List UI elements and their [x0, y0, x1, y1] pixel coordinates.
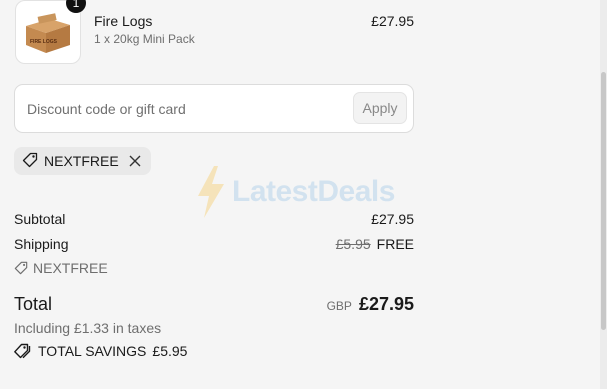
savings-label: TOTAL SAVINGS [38, 343, 147, 359]
savings-tag-icon [14, 343, 31, 359]
product-name: Fire Logs [94, 13, 153, 29]
taxes-note: Including £1.33 in taxes [14, 320, 162, 336]
shipping-discount-code: NEXTFREE [14, 260, 108, 276]
product-thumbnail: FIRE LOGS 1 [15, 0, 86, 64]
total-label: Total [14, 294, 53, 314]
apply-button[interactable]: Apply [353, 92, 407, 124]
remove-code-button[interactable] [129, 155, 141, 167]
total-value-group: GBP £27.95 [327, 294, 414, 315]
close-icon [129, 155, 141, 167]
product-variant: 1 x 20kg Mini Pack [94, 32, 195, 46]
subtotal-label: Subtotal [14, 211, 66, 227]
scrollbar-thumb[interactable] [601, 72, 606, 330]
shipping-original-price: £5.95 [335, 236, 371, 252]
total-savings: TOTAL SAVINGS £5.95 [14, 343, 187, 359]
cart-line-item: FIRE LOGS 1 Fire Logs 1 x 20kg Mini Pack… [14, 0, 414, 64]
tag-icon [14, 261, 28, 275]
currency-code: GBP [326, 299, 352, 313]
box-print: FIRE LOGS [30, 39, 58, 45]
subtotal-row: Subtotal £27.95 [14, 211, 414, 227]
shipping-value: FREE [376, 236, 414, 252]
shipping-code-label: NEXTFREE [33, 260, 108, 276]
product-price: £27.95 [371, 13, 414, 29]
shipping-row: Shipping £5.95 FREE [14, 236, 414, 252]
discount-field-container: Apply [14, 84, 414, 133]
shipping-value-group: £5.95 FREE [336, 236, 414, 252]
watermark-brand: LatestDeals [232, 175, 395, 208]
savings-value: £5.95 [152, 343, 188, 359]
scrollbar[interactable] [600, 0, 607, 389]
applied-discount-chip: NEXTFREE [14, 147, 151, 175]
total-value: £27.95 [358, 294, 414, 314]
subtotal-value: £27.95 [371, 211, 414, 227]
discount-code-input[interactable] [25, 95, 349, 123]
shipping-label: Shipping [14, 236, 69, 252]
applied-code-label: NEXTFREE [44, 153, 119, 169]
tag-icon [22, 152, 38, 171]
